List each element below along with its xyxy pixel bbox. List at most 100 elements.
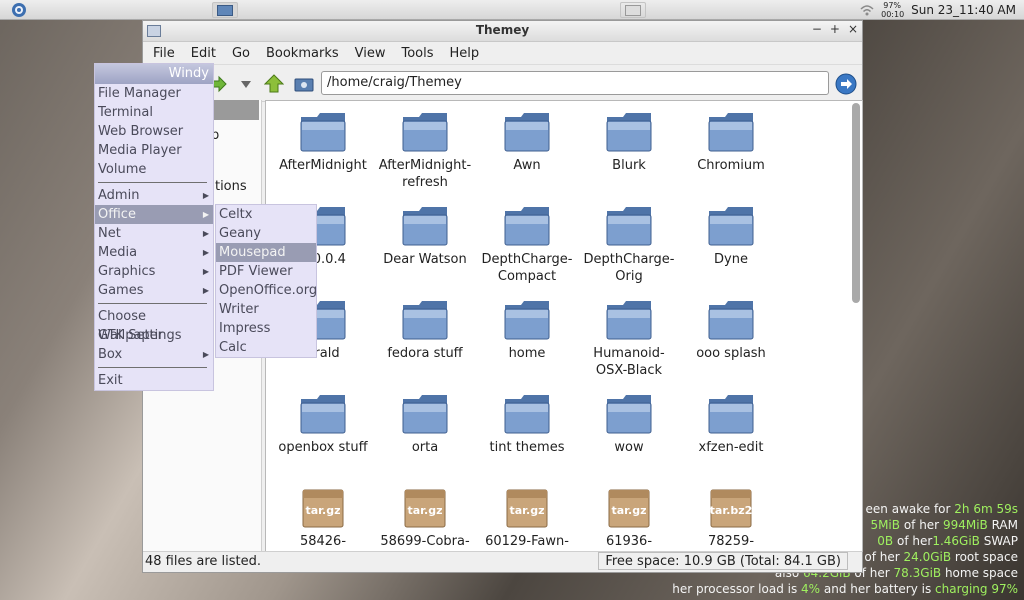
menu-item-label: Calc: [219, 340, 247, 355]
file-item[interactable]: Awn: [476, 111, 578, 205]
menu-item-exit[interactable]: Exit: [95, 371, 213, 390]
menu-item-mousepad[interactable]: Mousepad: [216, 243, 316, 262]
menu-item-media[interactable]: Media ▶: [95, 243, 213, 262]
address-bar[interactable]: /home/craig/Themey: [321, 71, 829, 95]
battery-time: 00:10: [881, 10, 905, 19]
wifi-icon[interactable]: [859, 3, 875, 17]
archive-badge: tar.gz: [408, 504, 443, 517]
file-item[interactable]: tar.gz 61936-Dyne.tar.gz: [578, 487, 680, 551]
menu-item-label: PDF Viewer: [219, 264, 293, 279]
up-arrow-icon: [264, 74, 284, 93]
minimize-button[interactable]: −: [812, 22, 822, 36]
menu-item-pdf-viewer[interactable]: PDF Viewer: [216, 262, 316, 281]
menu-item-games[interactable]: Games ▶: [95, 281, 213, 300]
file-item[interactable]: Dyne: [680, 205, 782, 299]
menu-item-label: Media Player: [98, 143, 182, 158]
file-item[interactable]: ooo splash: [680, 299, 782, 393]
menu-file[interactable]: File: [145, 46, 183, 61]
history-dropdown[interactable]: [235, 73, 257, 95]
file-item[interactable]: tar.bz2 78259-area042ELEG: [680, 487, 782, 551]
menu-item-media-player[interactable]: Media Player: [95, 141, 213, 160]
menu-item-writer[interactable]: Writer: [216, 300, 316, 319]
archive-icon: tar.gz: [506, 489, 548, 528]
menu-item-impress[interactable]: Impress: [216, 319, 316, 338]
menu-item-web-browser[interactable]: Web Browser: [95, 122, 213, 141]
file-item[interactable]: openbox stuff: [272, 393, 374, 487]
menu-item-calc[interactable]: Calc: [216, 338, 316, 357]
menu-separator: [98, 303, 207, 304]
archive-icon: tar.gz: [608, 489, 650, 528]
file-item[interactable]: Humanoid-OSX-Black: [578, 299, 680, 393]
launcher-icon[interactable]: [10, 2, 28, 18]
file-item[interactable]: tar.gz 58699-Cobra-0.0.4.t: [374, 487, 476, 551]
submenu-arrow-icon: ▶: [202, 210, 209, 219]
menu-bookmarks[interactable]: Bookmarks: [258, 46, 347, 61]
battery-indicator[interactable]: 97% 00:10: [881, 1, 905, 19]
file-item[interactable]: tar.gz 58426-Fawn.tar.gz: [272, 487, 374, 551]
computer-icon: [294, 78, 314, 92]
menu-item-graphics[interactable]: Graphics ▶: [95, 262, 213, 281]
file-label: AfterMidnight-refresh: [378, 158, 472, 190]
menu-tools[interactable]: Tools: [393, 46, 441, 61]
up-button[interactable]: [263, 73, 285, 95]
maximize-button[interactable]: +: [830, 22, 840, 36]
file-item[interactable]: tar.gz 60129-Fawn-openbox.tar.g: [476, 487, 578, 551]
file-item[interactable]: Dear Watson: [374, 205, 476, 299]
menu-item-gtk-settings[interactable]: GTK Settings: [95, 326, 213, 345]
menu-item-box[interactable]: Box ▶: [95, 345, 213, 364]
file-view: AfterMidnight AfterMidnight-refresh Awn Blu…: [265, 100, 863, 552]
menu-item-file-manager[interactable]: File Manager: [95, 84, 213, 103]
folder-icon: [708, 395, 754, 434]
file-item[interactable]: wow: [578, 393, 680, 487]
computer-button[interactable]: [293, 73, 315, 95]
file-item[interactable]: AfterMidnight-refresh: [374, 111, 476, 205]
menu-item-office[interactable]: Office ▶: [95, 205, 213, 224]
go-button[interactable]: [835, 73, 857, 95]
folder-icon: [402, 207, 448, 246]
file-item[interactable]: fedora stuff: [374, 299, 476, 393]
file-label: wow: [614, 440, 644, 455]
menu-item-geany[interactable]: Geany: [216, 224, 316, 243]
clock[interactable]: Sun 23_11:40 AM: [911, 3, 1016, 17]
file-item[interactable]: DepthCharge-Orig: [578, 205, 680, 299]
menu-view[interactable]: View: [347, 46, 394, 61]
file-label: 61936-Dyne.tar.gz: [605, 534, 653, 549]
menu-item-admin[interactable]: Admin ▶: [95, 186, 213, 205]
file-label: 58426-Fawn.tar.gz: [299, 534, 347, 549]
taskbar-item-window[interactable]: [620, 2, 646, 18]
file-item[interactable]: Chromium: [680, 111, 782, 205]
taskbar-item-file-manager[interactable]: [212, 2, 238, 18]
menu-edit[interactable]: Edit: [183, 46, 224, 61]
file-count: 48 files are listed.: [145, 554, 262, 569]
folder-icon: [504, 301, 550, 340]
menu-go[interactable]: Go: [224, 46, 258, 61]
file-label: home: [508, 346, 546, 361]
folder-icon: [708, 113, 754, 152]
submenu-arrow-icon: ▶: [202, 267, 209, 276]
file-item[interactable]: tint themes: [476, 393, 578, 487]
menu-item-terminal[interactable]: Terminal: [95, 103, 213, 122]
close-button[interactable]: ×: [848, 22, 858, 36]
scrollbar[interactable]: [852, 103, 860, 303]
file-item[interactable]: orta: [374, 393, 476, 487]
menu-help[interactable]: Help: [442, 46, 488, 61]
file-item[interactable]: DepthCharge-Compact: [476, 205, 578, 299]
file-item[interactable]: home: [476, 299, 578, 393]
file-label: openbox stuff: [278, 440, 368, 455]
file-label: fedora stuff: [387, 346, 463, 361]
menu-item-openoffice-org[interactable]: OpenOffice.org: [216, 281, 317, 300]
archive-badge: tar.gz: [306, 504, 341, 517]
menu-item-celtx[interactable]: Celtx: [216, 205, 316, 224]
menu-item-net[interactable]: Net ▶: [95, 224, 213, 243]
menu-item-choose-wallpaper[interactable]: Choose Wallpaper: [95, 307, 213, 343]
file-item[interactable]: Blurk: [578, 111, 680, 205]
file-item[interactable]: xfzen-edit: [680, 393, 782, 487]
chevron-down-icon: [241, 81, 251, 88]
file-item[interactable]: AfterMidnight: [272, 111, 374, 205]
menu-item-label: Admin: [98, 188, 140, 203]
title-bar[interactable]: Themey − + ×: [143, 21, 862, 42]
menu-item-volume[interactable]: Volume: [95, 160, 213, 179]
menu-item-label: Impress: [219, 321, 271, 336]
archive-icon: tar.bz2: [710, 489, 752, 528]
menu-header: Windy: [95, 64, 213, 84]
